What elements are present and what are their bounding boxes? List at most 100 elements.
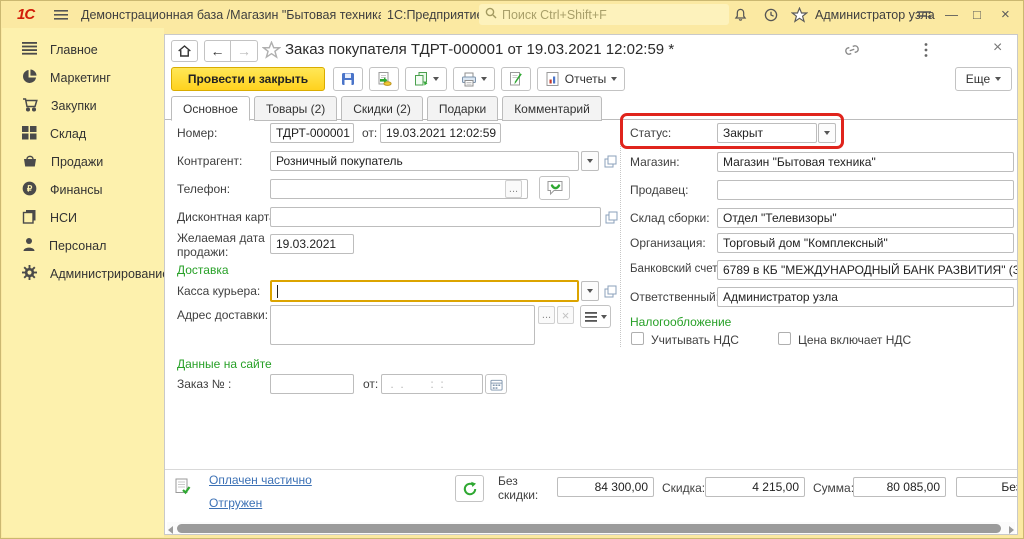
delivery-address-label: Адрес доставки: (177, 308, 268, 322)
status-dropdown-button[interactable] (818, 123, 836, 143)
footer-divider (165, 469, 1017, 470)
service-menu-icon[interactable] (915, 1, 933, 28)
scrollbar-thumb[interactable] (177, 524, 1001, 533)
document-status-icon (174, 478, 191, 500)
tab-comment[interactable]: Комментарий (502, 96, 602, 121)
number-date-field[interactable]: 19.03.2021 12:02:59 (380, 123, 501, 143)
address-variants-button[interactable] (580, 305, 611, 328)
tab-main[interactable]: Основное (171, 96, 250, 121)
home-button[interactable] (171, 40, 198, 62)
edit-button[interactable] (501, 67, 531, 91)
sidebar-item-main[interactable]: Главное (2, 36, 164, 64)
scroll-left-arrow[interactable] (168, 526, 173, 534)
address-clear-button[interactable]: × (557, 306, 574, 324)
sidebar-item-administration[interactable]: Администрирование (2, 260, 164, 288)
kebab-menu-icon[interactable] (923, 42, 929, 63)
organization-field[interactable]: Торговый дом "Комплексный" (717, 233, 1014, 253)
sidebar-item-warehouse[interactable]: Склад (2, 120, 164, 148)
pie-chart-icon (22, 69, 37, 87)
number-field[interactable]: ТДРТ-000001 (270, 123, 354, 143)
copy-button[interactable] (405, 67, 447, 91)
contragent-open-icon[interactable] (602, 152, 618, 170)
ruble-circle-icon: ₽ (22, 181, 37, 199)
responsible-label: Ответственный: (630, 290, 719, 304)
print-button[interactable] (453, 67, 495, 91)
sidebar-item-nsi[interactable]: НСИ (2, 204, 164, 232)
phone-field[interactable] (270, 179, 528, 199)
courier-cash-field[interactable] (270, 280, 579, 302)
discount-sum-field: 4 215,00 (705, 477, 805, 497)
phone-more-button[interactable]: ... (505, 180, 522, 198)
site-order-date-label: от: (363, 377, 378, 391)
site-order-label: Заказ № : (177, 377, 231, 391)
back-button[interactable]: ← (204, 40, 231, 62)
tab-discounts[interactable]: Скидки (2) (341, 96, 423, 121)
global-search-input[interactable]: Поиск Ctrl+Shift+F (479, 4, 729, 25)
favorite-star-icon[interactable] (262, 41, 281, 64)
form-title: Заказ покупателя ТДРТ-000001 от 19.03.20… (285, 41, 674, 58)
maximize-button[interactable]: □ (973, 1, 981, 28)
close-form-icon[interactable]: × (993, 39, 1002, 57)
vat-checkbox[interactable] (631, 332, 644, 345)
svg-text:₽: ₽ (27, 184, 32, 194)
refresh-button[interactable] (455, 475, 484, 502)
number-label: Номер: (177, 126, 217, 140)
sidebar: Главное Маркетинг Закупки Склад Продажи … (2, 28, 164, 537)
more-caret-icon (995, 77, 1001, 81)
reports-button[interactable]: Отчеты (537, 67, 625, 91)
assembly-warehouse-field[interactable]: Отдел "Телевизоры" (717, 208, 1014, 228)
site-order-field[interactable] (270, 374, 354, 394)
post-and-close-button[interactable]: Провести и закрыть (171, 67, 325, 91)
get-link-icon[interactable] (843, 43, 861, 62)
sidebar-item-purchases[interactable]: Закупки (2, 92, 164, 120)
close-window-button[interactable]: × (1001, 1, 1010, 28)
delivery-section-header: Доставка (177, 263, 229, 277)
person-icon (22, 237, 36, 255)
site-order-date-field[interactable]: . . : : (381, 374, 483, 394)
window-title: Демонстрационная база /Магазин "Бытовая … (81, 1, 381, 28)
contragent-dropdown-button[interactable] (581, 151, 599, 171)
status-field[interactable]: Закрыт (717, 123, 817, 143)
sidebar-item-sales[interactable]: Продажи (2, 148, 164, 176)
more-button[interactable]: Еще (955, 67, 1012, 91)
seller-label: Продавец: (630, 183, 689, 197)
store-field[interactable]: Магазин "Бытовая техника" (717, 152, 1014, 172)
shipped-status-link[interactable]: Отгружен (209, 496, 262, 510)
discount-card-field[interactable] (270, 207, 601, 227)
sidebar-item-marketing[interactable]: Маркетинг (2, 64, 164, 92)
address-more-button[interactable]: ... (538, 306, 555, 324)
seller-field[interactable] (717, 180, 1014, 200)
notifications-bell-icon[interactable] (733, 1, 748, 28)
forward-button[interactable]: → (231, 40, 258, 62)
contragent-field[interactable]: Розничный покупатель (270, 151, 579, 171)
send-sms-button[interactable] (539, 176, 570, 200)
vat-included-checkbox[interactable] (778, 332, 791, 345)
tab-gifts[interactable]: Подарки (427, 96, 498, 121)
save-button[interactable] (333, 67, 363, 91)
scroll-right-arrow[interactable] (1009, 526, 1014, 534)
address-variants-caret-icon (601, 315, 607, 319)
minimize-button[interactable]: — (945, 1, 958, 28)
paid-status-link[interactable]: Оплачен частично (209, 473, 312, 487)
tax-section-header: Налогообложение (630, 315, 731, 329)
courier-cash-dropdown-button[interactable] (581, 281, 599, 301)
courier-cash-open-icon[interactable] (602, 282, 618, 300)
vat-included-checkbox-label: Цена включает НДС (798, 333, 911, 347)
delivery-address-textarea[interactable] (270, 305, 535, 345)
main-menu-icon[interactable] (53, 1, 69, 28)
calendar-icon[interactable] (485, 374, 507, 394)
desired-date-field[interactable]: 19.03.2021 (270, 234, 354, 254)
sidebar-item-personnel[interactable]: Персонал (2, 232, 164, 260)
sidebar-item-finance[interactable]: ₽ Финансы (2, 176, 164, 204)
discount-card-label: Дисконтная карта: (177, 210, 279, 224)
history-icon[interactable] (763, 1, 779, 28)
form-tabs: ОсновноеТовары (2)Скидки (2)ПодаркиКомме… (171, 95, 606, 120)
post-document-button[interactable] (369, 67, 399, 91)
bank-account-field[interactable]: 6789 в КБ "МЕЖДУНАРОДНЫЙ БАНК РАЗВИТИЯ" … (717, 260, 1018, 280)
tab-goods[interactable]: Товары (2) (254, 96, 337, 121)
favorites-star-icon[interactable] (791, 1, 808, 28)
responsible-field[interactable]: Администратор узла (717, 287, 1014, 307)
assembly-warehouse-label: Склад сборки: (630, 211, 710, 225)
discount-card-open-icon[interactable] (603, 208, 619, 226)
bank-account-label: Банковский счет: (630, 263, 721, 275)
